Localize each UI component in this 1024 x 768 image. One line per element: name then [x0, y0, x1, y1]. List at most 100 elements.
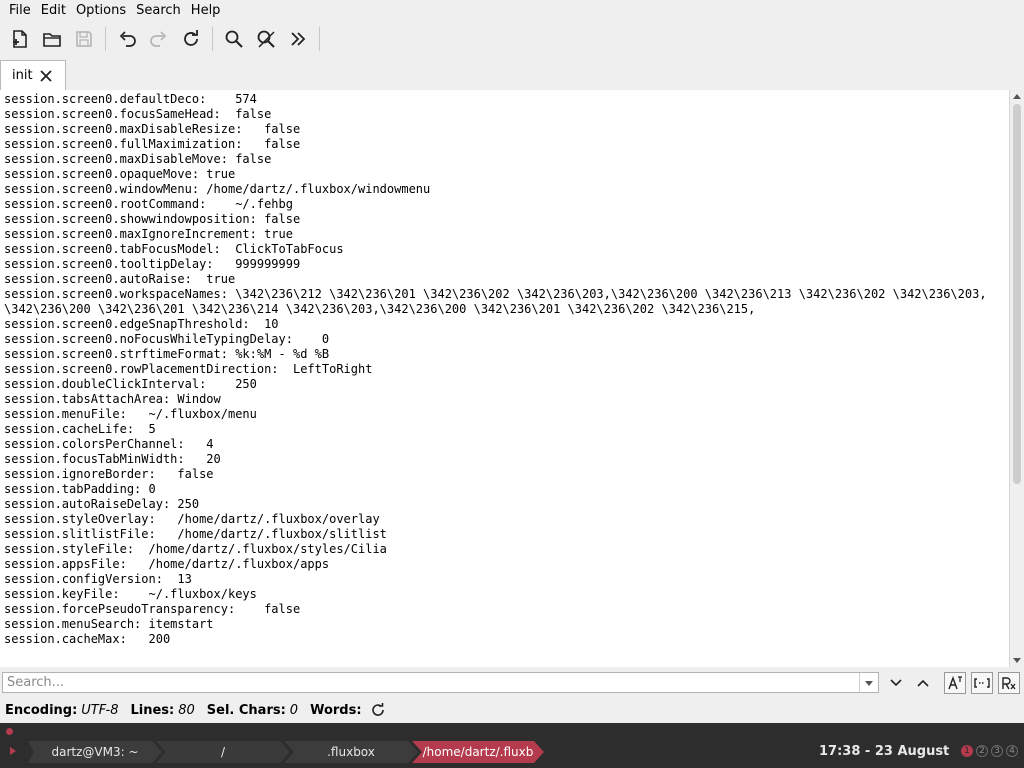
editor-line: session.screen0.windowMenu: /home/dartz/…: [4, 182, 431, 196]
save-button[interactable]: [68, 23, 100, 55]
editor-line: session.autoRaiseDelay: 250: [4, 497, 200, 511]
undo-button[interactable]: [111, 23, 143, 55]
editor-line: session.doubleClickInterval: 250: [4, 377, 257, 391]
editor-line: \342\236\200 \342\236\201 \342\236\214 \…: [4, 302, 756, 316]
editor-line: session.styleFile: /home/dartz/.fluxbox/…: [4, 542, 387, 556]
search-history-dropdown[interactable]: [859, 673, 878, 692]
save-icon: [76, 31, 92, 47]
tab-label: init: [12, 68, 33, 83]
workspace-2[interactable]: 2: [976, 745, 988, 757]
new-file-button[interactable]: [4, 23, 36, 55]
toolbar: [0, 20, 1024, 58]
reload-icon: [184, 30, 198, 46]
open-file-button[interactable]: [36, 23, 68, 55]
undo-icon: [119, 31, 136, 47]
editor-line: session.screen0.focusSameHead: false: [4, 107, 272, 121]
toolbar-separator: [319, 27, 320, 51]
editor-line: session.screen0.workspaceNames: \342\236…: [4, 287, 987, 301]
menu-edit[interactable]: Edit: [36, 3, 71, 18]
find-button[interactable]: [218, 23, 250, 55]
lines-value: 80: [178, 702, 195, 718]
chevron-down-icon: [890, 679, 902, 687]
editor-line: session.screen0.showwindowposition: fals…: [4, 212, 301, 226]
folder-icon: [43, 33, 61, 47]
regex-toggle[interactable]: [998, 672, 1020, 694]
more-button[interactable]: [282, 23, 314, 55]
menu-bar: File Edit Options Search Help: [0, 0, 1024, 20]
text-editor[interactable]: session.screen0.defaultDeco: 574 session.…: [0, 90, 1009, 667]
task-terminal[interactable]: dartz@VM3: ~: [28, 741, 162, 763]
scroll-up-arrow-icon[interactable]: [1013, 94, 1021, 99]
panel-clock: 17:38 - 23 August: [819, 744, 950, 759]
close-icon[interactable]: [39, 69, 52, 82]
toolbar-separator: [105, 27, 106, 51]
workspace-3[interactable]: 3: [991, 745, 1003, 757]
editor-line: session.screen0.maxDisableResize: false: [4, 122, 301, 136]
editor-line: session.appsFile: /home/dartz/.fluxbox/a…: [4, 557, 330, 571]
editor-line: session.keyFile: ~/.fluxbox/keys: [4, 587, 257, 601]
selchars-value: 0: [289, 702, 299, 718]
encoding-value[interactable]: UTF-8: [81, 703, 118, 718]
editor-line: session.screen0.edgeSnapThreshold: 10: [4, 317, 279, 331]
editor-line: session.screen0.strftimeFormat: %k:%M - …: [4, 347, 330, 361]
selchars-label: Sel. Chars:: [206, 702, 286, 718]
toolbar-separator: [212, 27, 213, 51]
new-file-icon: [13, 30, 27, 48]
whole-word-toggle[interactable]: [971, 672, 993, 694]
tab-init[interactable]: init: [0, 60, 66, 90]
editor-line: session.screen0.autoRaise: true: [4, 272, 236, 286]
menu-help[interactable]: Help: [186, 3, 226, 18]
editor-line: session.configVersion: 13: [4, 572, 192, 586]
words-label: Words:: [310, 702, 362, 718]
task-root-path[interactable]: /: [156, 741, 290, 763]
chevron-up-icon: [917, 679, 929, 687]
editor-line: session.screen0.tabFocusModel: ClickToTa…: [4, 242, 344, 256]
search-input[interactable]: [3, 673, 869, 692]
scroll-down-arrow-icon[interactable]: [1013, 658, 1021, 663]
editor-line: session.ignoreBorder: false: [4, 467, 214, 481]
editor-line: session.styleOverlay: /home/dartz/.fluxb…: [4, 512, 380, 526]
editor-line: session.menuSearch: itemstart: [4, 617, 214, 631]
find-next-button[interactable]: [885, 672, 907, 694]
editor-line: session.screen0.maxDisableMove: false: [4, 152, 272, 166]
find-previous-button[interactable]: [912, 672, 934, 694]
vertical-scrollbar[interactable]: [1009, 90, 1024, 667]
editor-line: session.screen0.maxIgnoreIncrement: true: [4, 227, 293, 241]
workspace-4[interactable]: 4: [1006, 745, 1018, 757]
editor-line: session.screen0.rowPlacementDirection: L…: [4, 362, 373, 376]
editor-line: session.colorsPerChannel: 4: [4, 437, 214, 451]
redo-button[interactable]: [143, 23, 175, 55]
scrollbar-thumb[interactable]: [1013, 104, 1021, 484]
task-fluxbox-folder[interactable]: .fluxbox: [284, 741, 418, 763]
editor-lines: session.screen0.defaultDeco: 574 session.…: [4, 92, 987, 647]
redo-icon: [150, 31, 167, 47]
find-replace-button[interactable]: [250, 23, 282, 55]
menu-options[interactable]: Options: [71, 3, 131, 18]
editor-line: session.slitlistFile: /home/dartz/.fluxb…: [4, 527, 387, 541]
lines-label: Lines:: [130, 702, 175, 718]
task-active-window[interactable]: /home/dartz/.fluxb: [412, 741, 544, 763]
search-bar: [0, 669, 1024, 697]
refresh-word-count-icon[interactable]: [370, 702, 386, 718]
menu-file[interactable]: File: [0, 3, 36, 18]
editor-line: session.tabPadding: 0: [4, 482, 156, 496]
search-icon: [225, 30, 243, 48]
workspace-1[interactable]: 1: [961, 745, 973, 757]
double-chevron-right-icon: [291, 32, 306, 46]
editor-line: session.screen0.opaqueMove: true: [4, 167, 236, 181]
editor-line: session.screen0.tooltipDelay: 999999999: [4, 257, 301, 271]
editor-line: session.screen0.fullMaximization: false: [4, 137, 301, 151]
editor-line: session.screen0.rootCommand: ~/.fehbg: [4, 197, 293, 211]
editor-line: session.cacheMax: 200: [4, 632, 171, 646]
match-case-toggle[interactable]: [944, 672, 966, 694]
regex-icon: [1002, 677, 1016, 690]
status-bar: Encoding: UTF-8 Lines: 80 Sel. Chars: 0 …: [0, 697, 1024, 723]
editor-line: session.focusTabMinWidth: 20: [4, 452, 221, 466]
reload-button[interactable]: [175, 23, 207, 55]
tab-bar: init: [0, 58, 1024, 91]
editor-line: session.screen0.noFocusWhileTypingDelay:…: [4, 332, 330, 346]
whole-word-icon: [974, 678, 990, 688]
encoding-label: Encoding:: [5, 702, 78, 718]
menu-search[interactable]: Search: [131, 3, 186, 18]
editor-line: session.cacheLife: 5: [4, 422, 156, 436]
